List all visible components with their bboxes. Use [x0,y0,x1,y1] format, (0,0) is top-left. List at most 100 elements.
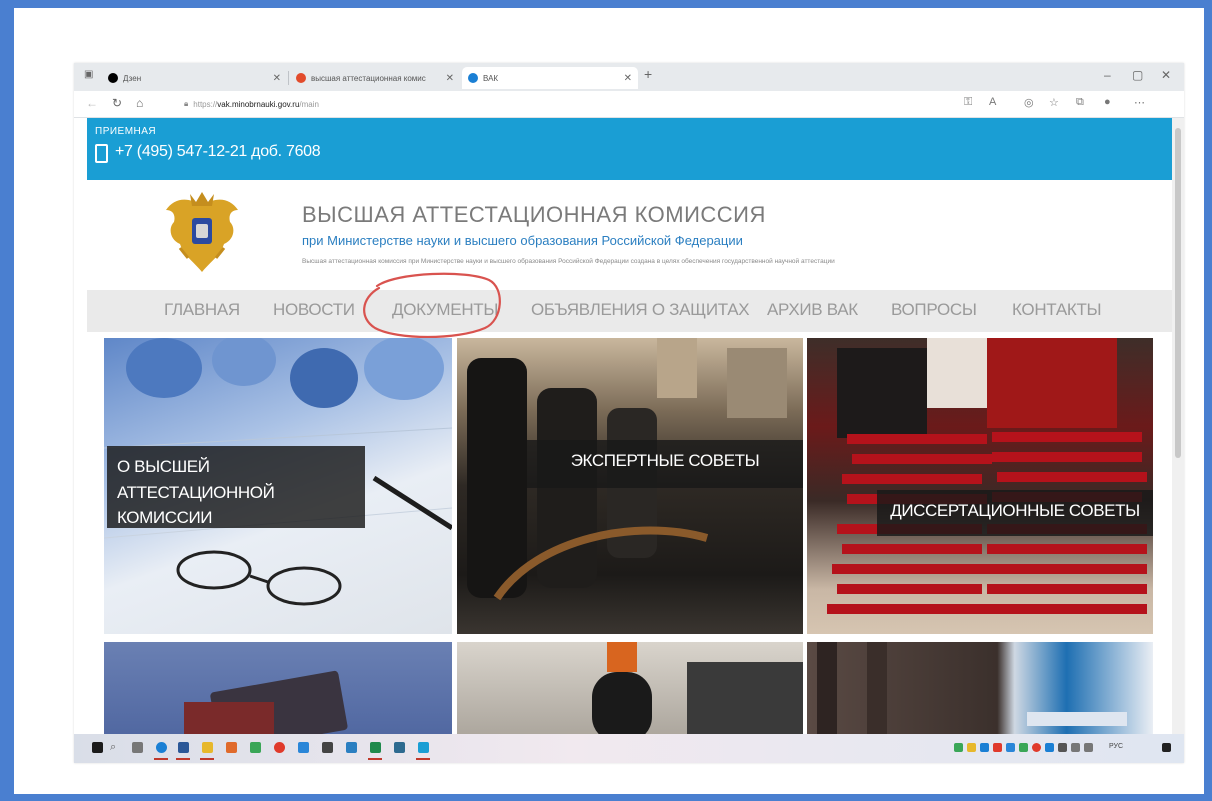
close-icon[interactable]: ✕ [624,73,632,84]
url-path: /main [299,99,319,109]
home-icon[interactable]: ⌂ [136,96,143,110]
tile-caption-line: КОМИССИИ [117,508,213,527]
close-icon[interactable]: ✕ [446,73,454,84]
tile-bottom-pen[interactable] [457,642,803,734]
task-view-icon[interactable] [132,742,143,753]
url-host: vak.minobrnauki.gov.ru [217,99,300,109]
tab-divider [288,71,289,85]
org-title: ВЫСШАЯ АТТЕСТАЦИОННАЯ КОМИССИЯ [302,202,766,227]
nav-item-contacts[interactable]: КОНТАКТЫ [1012,300,1102,320]
tab-title: ВАК [483,73,499,83]
tray-icon[interactable] [1058,743,1067,752]
app-icon[interactable] [346,742,357,753]
tab-title: Дзен [123,73,142,83]
volume-icon[interactable] [1084,743,1093,752]
tile-dissertation-councils[interactable]: ДИССЕРТАЦИОННЫЕ СОВЕТЫ [807,338,1153,634]
more-icon[interactable]: ⋯ [1134,96,1145,109]
edge-icon[interactable] [156,742,167,753]
tile-caption: ДИССЕРТАЦИОННЫЕ СОВЕТЫ [877,490,1153,536]
search-favicon-icon [296,73,306,83]
tile-bottom-books[interactable] [104,642,452,734]
tile-caption: ЭКСПЕРТНЫЕ СОВЕТЫ [527,440,803,488]
scrollbar-thumb[interactable] [1175,128,1181,458]
tray-icon[interactable] [1045,743,1054,752]
reception-phone[interactable]: +7 (495) 547-12-21 доб. 7608 [115,143,321,161]
collections-icon[interactable]: ⧉ [1076,96,1084,109]
nav-item-defense-announcements[interactable]: ОБЪЯВЛЕНИЯ О ЗАЩИТАХ [531,300,750,320]
nav-item-questions[interactable]: ВОПРОСЫ [891,300,977,320]
maximize-button[interactable]: ▢ [1132,68,1143,82]
reception-label: ПРИЕМНАЯ [95,126,157,137]
pen-laptop-illustration [592,642,803,734]
tab-dzen[interactable]: Дзен ✕ [102,67,287,89]
tile-caption-line: О ВЫСШЕЙ АТТЕСТАЦИОННОЙ [117,457,275,502]
close-icon[interactable]: ✕ [273,73,281,84]
vak-favicon-icon [468,73,478,83]
reception-band: ПРИЕМНАЯ +7 (495) 547-12-21 доб. 7608 [87,118,1172,180]
active-app-indicator [416,758,430,760]
key-icon[interactable]: ⚿ [964,96,972,109]
minimize-button[interactable]: – [1104,68,1111,82]
refresh-icon[interactable]: ↻ [112,96,122,110]
tile-bottom-library[interactable] [807,642,1153,734]
tray-icon[interactable] [1019,743,1028,752]
tray-icon[interactable] [980,743,989,752]
org-subtitle: при Министерстве науки и высшего образов… [302,233,743,248]
page-scrollbar[interactable] [1172,118,1184,734]
folder-icon[interactable] [202,742,213,753]
main-navigation: ГЛАВНАЯ НОВОСТИ ДОКУМЕНТЫ ОБЪЯВЛЕНИЯ О З… [87,290,1172,332]
keyboard-language[interactable]: РУС [1109,743,1123,750]
tile-expert-councils[interactable]: ЭКСПЕРТНЫЕ СОВЕТЫ [457,338,803,634]
app-icon[interactable] [226,742,237,753]
app-icon[interactable] [298,742,309,753]
back-icon[interactable]: ← [86,96,98,110]
url-field[interactable]: 🔒︎ https:// vak.minobrnauki.gov.ru /main [184,96,944,112]
coat-of-arms-emblem[interactable] [160,188,244,280]
dzen-favicon-icon [108,73,118,83]
notification-icon[interactable] [1162,743,1171,752]
page-viewport: ПРИЕМНАЯ +7 (495) 547-12-21 доб. 7608 ВЫ… [74,118,1172,734]
tab-strip: ▣ Дзен ✕ высшая аттестационная комис ✕ В… [74,63,1184,91]
nav-item-home[interactable]: ГЛАВНАЯ [164,300,240,320]
tray-icon[interactable] [1006,743,1015,752]
phone-icon [95,144,108,163]
active-app-indicator [368,758,382,760]
app-icon[interactable] [322,742,333,753]
favorites-icon[interactable]: ☆ [1049,96,1059,109]
lock-icon: 🔒︎ [184,99,189,108]
app-icon[interactable] [418,742,429,753]
search-icon[interactable]: ⌕ [110,741,116,754]
nav-item-news[interactable]: НОВОСТИ [273,300,355,320]
tab-vak[interactable]: ВАК ✕ [462,67,638,89]
tab-title: высшая аттестационная комис [311,73,426,83]
library-illustration [817,642,1127,734]
nav-item-vak-archive[interactable]: АРХИВ ВАК [767,300,858,320]
tile-about-commission[interactable]: О ВЫСШЕЙ АТТЕСТАЦИОННОЙ КОМИССИИ [104,338,452,634]
chrome-icon[interactable] [274,742,285,753]
start-icon[interactable] [92,742,103,753]
org-description: Высшая аттестационная комиссия при Минис… [302,258,835,265]
network-icon[interactable] [1071,743,1080,752]
close-window-button[interactable]: ✕ [1161,68,1171,82]
tab-actions-icon[interactable]: ▣ [84,69,93,80]
screenshot-frame: ▣ Дзен ✕ высшая аттестационная комис ✕ В… [14,8,1204,794]
tab-vak-search[interactable]: высшая аттестационная комис ✕ [290,67,460,89]
address-bar: ← ↻ ⌂ 🔒︎ https:// vak.minobrnauki.gov.ru… [74,91,1184,118]
app-icon[interactable] [250,742,261,753]
active-app-indicator [176,758,190,760]
active-app-indicator [154,758,168,760]
tray-icon[interactable] [993,743,1002,752]
word-icon[interactable] [178,742,189,753]
excel-icon[interactable] [370,742,381,753]
books-illustration [184,670,348,734]
app-icon[interactable] [394,742,405,753]
active-app-indicator [200,758,214,760]
new-tab-button[interactable]: + [644,66,652,82]
read-aloud-icon[interactable]: A [989,96,996,108]
tray-icon[interactable] [954,743,963,752]
profile-icon[interactable]: ● [1104,96,1111,108]
tray-icon[interactable] [1032,743,1041,752]
windows-taskbar: ⌕ РУС [74,734,1184,763]
tray-icon[interactable] [967,743,976,752]
extension-icon[interactable]: ◎ [1024,96,1034,109]
